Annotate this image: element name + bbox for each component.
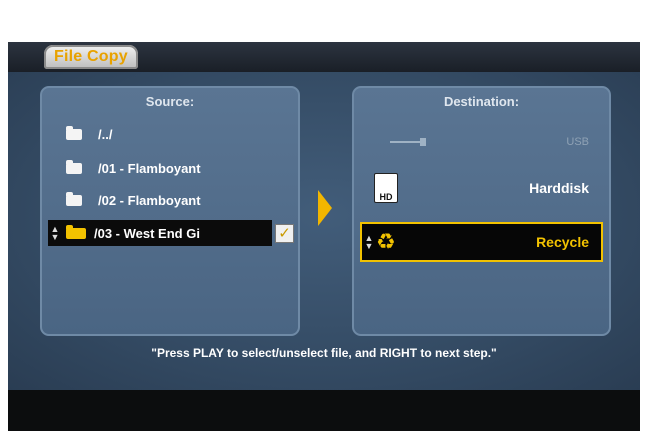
harddisk-icon: HD: [374, 173, 398, 203]
source-item-parent[interactable]: /../: [52, 120, 288, 148]
osd-screen: File Copy Source: /../ /01 - Flamboyant …: [8, 42, 640, 431]
source-item-label: /../: [98, 126, 113, 142]
source-item-label: /03 - West End Gi: [94, 225, 200, 241]
destination-item-usb[interactable]: USB: [362, 124, 601, 160]
source-item-label: /02 - Flamboyant: [98, 192, 201, 208]
main-area: Source: /../ /01 - Flamboyant /02 - Flam…: [8, 72, 640, 390]
next-step-arrow-icon: [318, 190, 332, 226]
folder-icon: [66, 159, 82, 174]
title-bar: File Copy: [8, 42, 640, 72]
destination-header: Destination:: [443, 94, 520, 109]
destination-item-label: Recycle: [536, 234, 589, 250]
destination-item-label: Harddisk: [529, 180, 589, 196]
destination-panel: Destination: USB HD Harddisk ▲ ▼ ♻ Recycl…: [352, 86, 611, 336]
source-header: Source:: [145, 94, 195, 109]
folder-icon: [66, 191, 82, 206]
scroll-updown-icon: ▲ ▼: [364, 233, 374, 251]
window-title: File Copy: [54, 48, 128, 65]
folder-icon: [66, 125, 82, 140]
source-item-03-selected[interactable]: ▲ ▼ /03 - West End Gi ✓: [48, 220, 294, 246]
recycle-icon: ♻: [376, 229, 396, 254]
scroll-updown-icon: ▲ ▼: [50, 224, 60, 242]
destination-item-harddisk[interactable]: HD Harddisk: [362, 170, 601, 206]
destination-item-recycle-selected[interactable]: ▲ ▼ ♻ Recycle: [360, 222, 603, 262]
source-panel: Source: /../ /01 - Flamboyant /02 - Flam…: [40, 86, 300, 336]
source-item-label: /01 - Flamboyant: [98, 160, 201, 176]
help-hint-text: "Press PLAY to select/unselect file, and…: [151, 346, 497, 360]
harddisk-badge: HD: [379, 192, 393, 202]
title-tab: File Copy: [44, 45, 138, 69]
folder-icon: [66, 224, 86, 239]
usb-icon: [390, 136, 426, 148]
source-item-02[interactable]: /02 - Flamboyant: [52, 186, 288, 214]
select-checkbox[interactable]: ✓: [275, 224, 294, 243]
destination-item-label: USB: [566, 136, 589, 148]
source-item-01[interactable]: /01 - Flamboyant: [52, 154, 288, 182]
